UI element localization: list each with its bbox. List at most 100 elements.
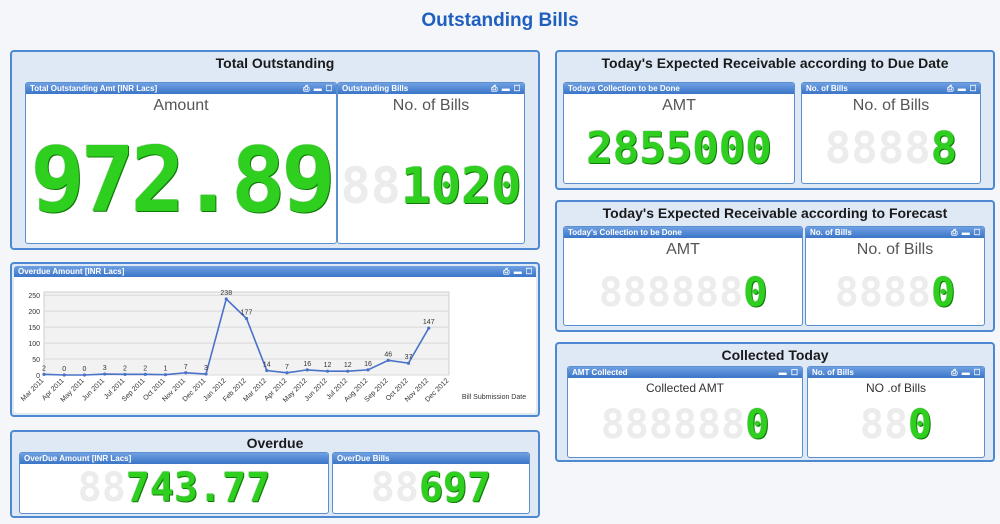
data-label: 3 [103,365,107,372]
data-point [325,369,330,373]
window-controls-icon[interactable]: ⎙ ▬ ☐ [491,83,521,94]
data-label: 46 [384,351,392,358]
y-tick-label: 250 [28,293,40,300]
data-label: 0 [83,366,87,373]
data-point [366,368,370,372]
box-caption: No. of Bills [812,368,854,377]
data-point [346,369,350,373]
forecast-title: Today's Expected Receivable according to… [602,205,948,221]
box-caption: Today's Collection to be Done [568,228,682,237]
x-tick-label: Jun 2011 [81,377,106,402]
overdue-bills-value: 697 [418,465,492,511]
collected-bills-label: NO .of Bills [865,381,926,395]
forecast-amt-display: 8888880 [564,267,802,319]
overdue-line-chart: 050100150200250Mar 2011Apr 2011May 2011J… [20,290,526,404]
data-label: 14 [263,362,271,369]
data-label: 0 [62,366,66,373]
ghost-digits: 8888 [824,123,931,174]
window-controls-icon[interactable]: ⎙ ▬ ☐ [951,367,981,378]
data-label: 16 [364,361,372,368]
data-point [82,373,87,377]
y-tick-label: 50 [32,357,40,364]
outstanding-bills-box[interactable]: Outstanding Bills ⎙ ▬ ☐ No. of Bills 8810… [337,82,525,244]
amt-label: AMT [662,97,696,114]
forecast-bills-box[interactable]: No. of Bills ⎙ ▬ ☐ No. of Bills 88880 [805,226,985,326]
data-label: 2 [143,365,147,372]
data-point [265,368,269,373]
collected-bills-value: 0 [908,402,933,448]
data-label: 2 [42,365,46,372]
window-controls-icon[interactable]: ⎙ ▬ ☐ [951,227,981,238]
data-point [305,368,309,372]
data-label: 3 [204,365,208,372]
overdue-bills-display: 88697 [333,463,529,513]
overdue-bills-box[interactable]: OverDue Bills 88697 [332,452,530,514]
bills-value: 1020 [400,157,522,215]
y-tick-label: 200 [28,309,40,316]
data-point [244,316,249,321]
data-label: 177 [241,309,253,316]
collected-bills-display: 880 [808,399,984,451]
due-date-title: Today's Expected Receivable according to… [601,55,949,71]
collected-bills-box[interactable]: No. of Bills ⎙ ▬ ☐ NO .of Bills 880 [807,366,985,458]
window-controls-icon[interactable]: ⎙ ▬ ☐ [503,266,533,277]
total-outstanding-panel: Total Outstanding Total Outstanding Amt … [10,50,540,250]
plot-area [43,291,450,376]
data-point [427,326,431,330]
due-date-amt-display: 2855000 [564,123,794,175]
amount-label: Amount [153,97,209,114]
data-label: 37 [405,354,413,361]
box-caption: AMT Collected [572,368,628,377]
window-controls-icon[interactable]: ▬ ☐ [779,367,799,378]
data-label: 1 [164,366,168,373]
total-outstanding-title: Total Outstanding [215,55,335,71]
data-label: 12 [344,362,352,369]
collected-amt-label: Collected AMT [645,381,725,395]
box-caption: No. of Bills [806,84,848,93]
box-caption: Outstanding Bills [342,84,409,93]
overdue-amount-box[interactable]: OverDue Amount [INR Lacs] 88743.77 [19,452,329,514]
box-caption: Todays Collection to be Done [568,84,680,93]
window-controls-icon[interactable]: ⎙ ▬ ☐ [947,83,977,94]
window-controls-icon[interactable]: ⎙ ▬ ☐ [303,83,333,94]
ghost-digits: 88 [370,465,419,511]
data-point [42,372,46,376]
amt-label: AMT [666,241,700,258]
overdue-chart-box[interactable]: Overdue Amount [INR Lacs] ⎙ ▬ ☐ 0 50 100 150… [14,266,536,413]
y-tick-label: 150 [28,325,40,332]
collected-amt-box[interactable]: AMT Collected ▬ ☐ Collected AMT 8888880 [567,366,803,458]
x-axis-label: Bill Submission Date [462,394,526,401]
total-outstanding-amount-box[interactable]: Total Outstanding Amt [INR Lacs] ⎙ ▬ ☐ Am… [25,82,337,244]
due-date-panel: Today's Expected Receivable according to… [555,50,995,190]
collected-amt-display: 8888880 [568,399,802,451]
box-caption: OverDue Bills [337,454,390,463]
amount-value: 972.89 [30,128,335,233]
ghost-digits: 888888 [598,270,744,316]
data-point [224,297,228,301]
overdue-panel: Overdue OverDue Amount [INR Lacs] 88743.… [10,430,540,518]
ghost-digits: 888888 [600,402,746,448]
chart-caption: Overdue Amount [INR Lacs] [18,267,125,276]
bills-label: No. of Bills [392,97,470,114]
data-point [163,373,168,377]
due-date-bills-value: 8 [930,123,958,174]
data-point [103,372,107,376]
data-point [386,358,390,362]
forecast-bills-value: 0 [931,270,956,316]
data-label: 238 [220,290,232,297]
due-date-amt-box[interactable]: Todays Collection to be Done AMT 2855000 [563,82,795,184]
forecast-bills-display: 88880 [806,267,984,319]
data-label: 16 [303,361,311,368]
forecast-amt-box[interactable]: Today's Collection to be Done AMT 888888… [563,226,803,326]
ghost-digits: 88 [859,402,909,448]
data-label: 7 [184,364,188,371]
collected-today-panel: Collected Today AMT Collected ▬ ☐ Collect… [555,342,995,462]
ghost-digits: 8888 [834,270,932,316]
ghost-digits: 88 [77,465,126,511]
data-label: 12 [324,362,332,369]
data-point [184,371,188,375]
data-point [123,372,127,376]
due-date-bills-box[interactable]: No. of Bills ⎙ ▬ ☐ No. of Bills 88888 [801,82,981,184]
amount-display: 972.89 [26,131,336,231]
due-date-amt-value: 2855000 [586,123,772,174]
